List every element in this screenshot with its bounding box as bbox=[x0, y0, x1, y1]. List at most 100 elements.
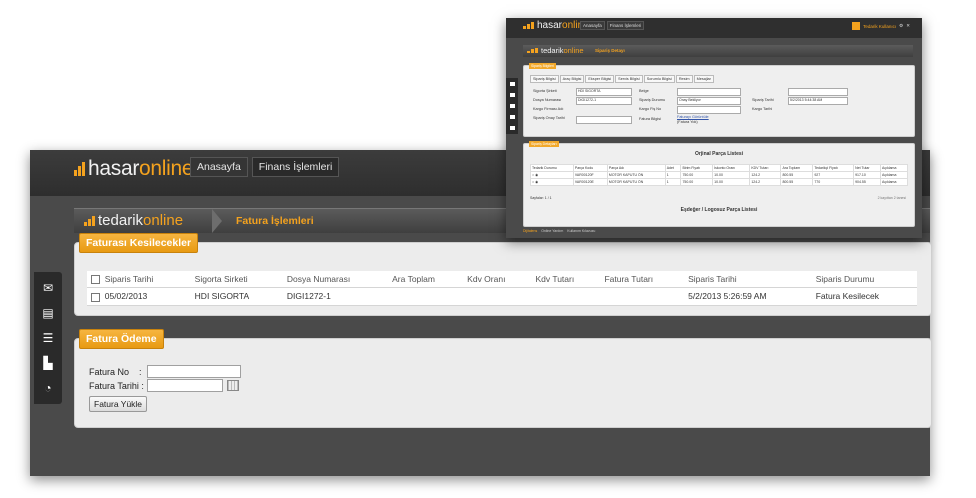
pager[interactable]: Sayfalar: 1 / 1 bbox=[530, 196, 552, 200]
cell-ara-toplam: 800.55 bbox=[780, 178, 814, 186]
siparis-onay-value bbox=[576, 116, 632, 124]
table-row[interactable]: 05/02/2013 HDI SIGORTA DIGI1272-1 5/2/20… bbox=[87, 287, 917, 306]
calendar-icon[interactable] bbox=[227, 380, 239, 391]
overlay-top-nav: Anasayfa Finans İşlemleri bbox=[580, 21, 645, 30]
col-kdv-orani: Kdv Oranı bbox=[463, 271, 532, 289]
page-title: Fatura İşlemleri bbox=[236, 215, 314, 227]
overlay-document-icon[interactable] bbox=[509, 92, 515, 97]
radio-cell[interactable]: ○ ◉ bbox=[530, 178, 574, 186]
book-icon[interactable]: ▙ bbox=[41, 357, 55, 369]
table-row[interactable]: ○ ◉ VAR00120E MOTOR KAPUTU ÖN 1 750.00 1… bbox=[530, 178, 908, 186]
fatura-yukle-button[interactable]: Fatura Yükle bbox=[89, 396, 148, 412]
tab-eksper-bilgisi[interactable]: Eksper Bilgisi bbox=[585, 75, 615, 83]
record-count: 2 kayıttan 2 tanesi bbox=[877, 196, 906, 200]
table-row[interactable]: ○ ◉ VAR00120F MOTOR KAPUTU ÖN 1 750.00 1… bbox=[530, 171, 908, 179]
table-header-row: Siparis Tarihi Sigorta Sirketi Dosya Num… bbox=[87, 271, 917, 289]
tab-servis-bilgisi[interactable]: Servis Bilgisi bbox=[615, 75, 643, 83]
overlay-mail-icon[interactable] bbox=[509, 81, 515, 86]
radio-cell[interactable]: ○ ◉ bbox=[530, 171, 574, 179]
overlay-hasaronline-logo[interactable]: hasar online bbox=[523, 20, 589, 31]
siparis-bilgileri-title: Sipariş Bilgileri bbox=[529, 63, 556, 69]
overlay-page-title: Sipariş Detayı bbox=[595, 48, 625, 53]
cell-iskonto: 10.00 bbox=[712, 178, 751, 186]
search-icon[interactable] bbox=[852, 22, 861, 30]
close-icon[interactable]: ✕ bbox=[906, 23, 910, 29]
cell-tedarikci-fiyati[interactable]: 927 bbox=[812, 171, 855, 179]
overlay-top-header: hasar online Anasayfa Finans İşlemleri Te… bbox=[506, 18, 922, 38]
footer-guide-link[interactable]: Kullanım Kılavuzu bbox=[567, 229, 595, 233]
cell-parca-adi: MOTOR KAPUTU ÖN bbox=[606, 171, 666, 179]
col-net-tutar: Net Tutar bbox=[853, 164, 882, 172]
nav-finans-islemleri[interactable]: Finans İşlemleri bbox=[251, 157, 340, 177]
tab-mesajlar[interactable]: Mesajlar bbox=[693, 75, 714, 83]
belge-label: Belge bbox=[639, 89, 649, 93]
parca-header-row: Tedarik Durumu Parça Kodu Parça Adı Adet… bbox=[530, 164, 908, 172]
overlay-nav-anasayfa[interactable]: Anasayfa bbox=[580, 21, 605, 30]
cell-adet: 1 bbox=[664, 171, 682, 179]
select-all-checkbox[interactable] bbox=[91, 275, 100, 285]
col-kdv-tutari: Kdv Tutarı bbox=[531, 271, 601, 289]
hasaronline-logo[interactable]: hasar online bbox=[74, 157, 194, 181]
kargo-fis-label: Kargo Fiş No bbox=[639, 107, 662, 111]
footer-help-link[interactable]: Online Yardım bbox=[541, 229, 563, 233]
fatura-tarihi-label: Fatura Tarihi : bbox=[89, 381, 147, 391]
fatura-tarihi-label-text: Fatura Tarihi bbox=[89, 380, 139, 391]
col-adet: Adet bbox=[664, 164, 682, 172]
tab-siparis-bilgisi[interactable]: Sipariş Bilgisi bbox=[530, 75, 559, 83]
col-tedarik-durumu: Tedarik Durumu bbox=[530, 164, 574, 172]
overlay-list-icon[interactable] bbox=[509, 103, 515, 108]
tedarikonline-logo: tedarik online bbox=[84, 212, 183, 229]
fatura-tarihi-row: Fatura Tarihi : bbox=[89, 379, 239, 392]
overlay-side-dock bbox=[506, 78, 518, 134]
cell-parca-kodu: VAR00120F bbox=[572, 171, 608, 179]
cell-siparis-tarihi-2: 5/2/2013 5:26:59 AM bbox=[684, 287, 812, 306]
fatura-no-colon: : bbox=[139, 366, 142, 377]
overlay-footer: Dijitalens Online Yardım Kullanım Kılavu… bbox=[523, 229, 595, 233]
tab-sorumlu-bilgisi[interactable]: Sorumlu Bilgisi bbox=[643, 75, 675, 83]
row-select-cell[interactable]: 05/02/2013 bbox=[87, 287, 191, 306]
col-parca-adi: Parça Adı bbox=[606, 164, 666, 172]
col-dosya-numarasi: Dosya Numarası bbox=[282, 271, 389, 289]
document-icon[interactable]: ▤ bbox=[41, 307, 55, 319]
fatura-yok-note: (Fatura Yok) bbox=[677, 120, 698, 124]
settings-icon[interactable]: ⚙ bbox=[899, 23, 903, 29]
chart-icon[interactable]: ◔ bbox=[41, 382, 55, 394]
fatura-goruntule-link[interactable]: Faturayı Görüntüle bbox=[677, 115, 709, 119]
cell-kdv-orani bbox=[463, 287, 532, 306]
aciklama-button[interactable]: Açıklama bbox=[880, 178, 908, 186]
col-siparis-tarihi: Siparis Tarihi bbox=[104, 274, 154, 284]
overlay-book-icon[interactable] bbox=[509, 115, 515, 120]
list-icon[interactable]: ☰ bbox=[41, 332, 55, 344]
fatura-tarihi-input[interactable] bbox=[147, 379, 223, 392]
orjinal-parca-table: Tedarik Durumu Parça Kodu Parça Adı Adet… bbox=[530, 164, 908, 186]
side-dock: ✉ ▤ ☰ ▙ ◔ bbox=[34, 272, 62, 404]
tab-resim[interactable]: Resim bbox=[675, 75, 693, 83]
select-all-cell[interactable]: Siparis Tarihi bbox=[87, 271, 191, 289]
logo-bars-icon bbox=[74, 162, 85, 176]
overlay-chart-icon[interactable] bbox=[509, 126, 515, 131]
sub-logo-bars-icon bbox=[84, 215, 95, 226]
overlay-tedarikonline-logo: tedarik online bbox=[527, 46, 584, 55]
aciklama-button[interactable]: Açıklama bbox=[880, 171, 908, 179]
overlay-logo-bars-icon bbox=[523, 22, 534, 29]
fatura-no-input[interactable] bbox=[147, 365, 241, 378]
cell-tedarikci-fiyati[interactable]: 770 bbox=[812, 178, 855, 186]
cell-kdv-tutari: 124.2 bbox=[749, 178, 782, 186]
col-iskonto: İskonto Oranı bbox=[712, 164, 751, 172]
dosya-label: Dosya Numarası bbox=[533, 98, 562, 102]
tab-arac-bilgisi[interactable]: Araç Bilgisi bbox=[559, 75, 585, 83]
top-nav: Anasayfa Finans İşlemleri bbox=[190, 157, 340, 177]
nav-anasayfa[interactable]: Anasayfa bbox=[190, 157, 248, 177]
col-birim-fiyati: Birim Fiyatı bbox=[680, 164, 714, 172]
cell-kdv-tutari bbox=[531, 287, 601, 306]
belge-value bbox=[677, 88, 741, 96]
cell-net-tutar: 904.55 bbox=[853, 178, 882, 186]
overlay-nav-finans[interactable]: Finans İşlemleri bbox=[606, 21, 645, 30]
cell-dosya-numarasi: DIGI1272-1 bbox=[282, 287, 389, 306]
cell-net-tutar: 917.10 bbox=[853, 171, 882, 179]
cell-siparis-tarihi: 05/02/2013 bbox=[104, 291, 148, 302]
fatura-no-row: Fatura No : bbox=[89, 365, 241, 378]
mail-icon[interactable]: ✉ bbox=[41, 282, 55, 294]
cell-sigorta-sirketi: HDI SIGORTA bbox=[190, 287, 283, 306]
row-checkbox[interactable] bbox=[91, 292, 100, 302]
